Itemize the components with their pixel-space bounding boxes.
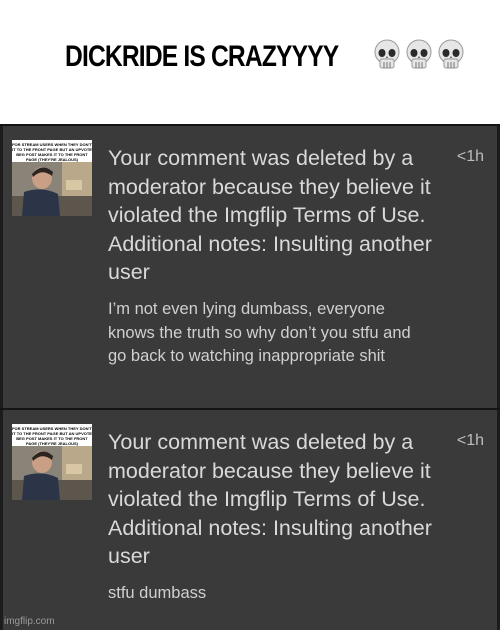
skull-icon (437, 39, 465, 76)
meme-thumbnail[interactable]: FOR STREAM USERS WHEN THEY DON'T IT TO T… (12, 140, 92, 216)
thumbnail-caption: FOR STREAM USERS WHEN THEY DON'T IT TO T… (12, 140, 92, 162)
notification-time: <1h (456, 432, 484, 449)
notification-time: <1h (456, 148, 484, 165)
caption-text: DICKRIDE IS CRAZYYYY (65, 40, 339, 73)
notification-message: Your comment was deleted by a moderator … (108, 146, 432, 284)
deleted-comment-text: stfu dumbass (108, 584, 207, 602)
meme-thumbnail[interactable]: FOR STREAM USERS WHEN THEY DON'T IT TO T… (12, 424, 92, 500)
thumbnail-photo (12, 162, 92, 216)
notification-item[interactable]: FOR STREAM USERS WHEN THEY DON'T IT TO T… (0, 124, 500, 408)
panel-edge (0, 410, 3, 630)
notifications-panel: FOR STREAM USERS WHEN THEY DON'T IT TO T… (0, 124, 500, 630)
skull-icon (405, 39, 433, 76)
meme-caption: DICKRIDE IS CRAZYYYY (0, 32, 500, 82)
panel-edge (0, 126, 3, 408)
deleted-comment-text: I’m not even lying dumbass, everyone kno… (108, 300, 411, 365)
thumbnail-photo (12, 446, 92, 500)
imgflip-watermark: imgflip.com (4, 616, 55, 627)
notification-message: Your comment was deleted by a moderator … (108, 430, 432, 568)
thumbnail-caption: FOR STREAM USERS WHEN THEY DON'T IT TO T… (12, 424, 92, 446)
notification-item[interactable]: FOR STREAM USERS WHEN THEY DON'T IT TO T… (0, 408, 500, 630)
skull-icon (373, 39, 401, 76)
